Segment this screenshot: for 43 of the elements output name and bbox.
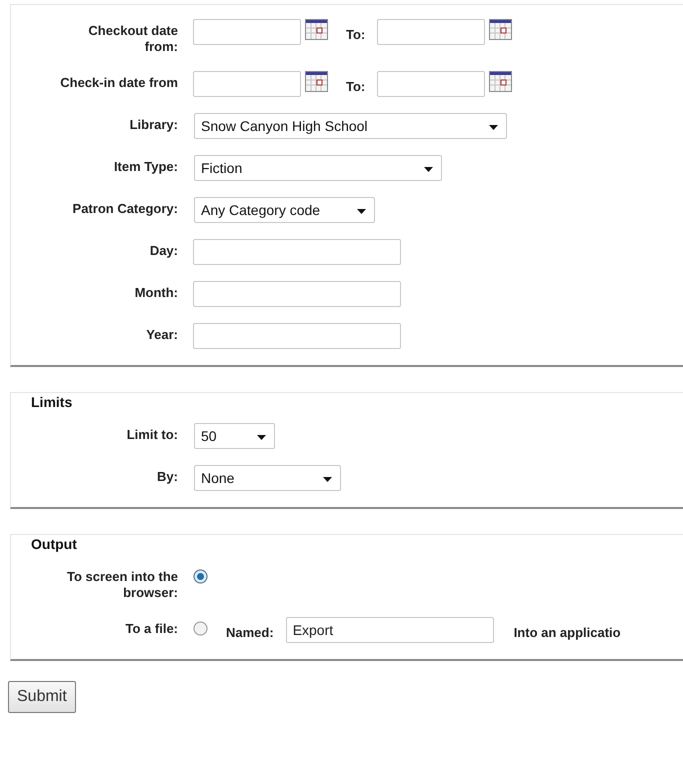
- field-label: By:: [157, 468, 178, 485]
- field-label: Checkout date from:: [87, 22, 178, 55]
- field-label: To:: [346, 27, 366, 42]
- caret-icon: [323, 477, 332, 482]
- calendar-icon[interactable]: [305, 19, 328, 40]
- field-label: To:: [346, 79, 366, 94]
- caret-icon: [424, 167, 433, 172]
- field-label: Limit to:: [126, 426, 178, 443]
- radio-button[interactable]: [193, 621, 208, 636]
- dropdown[interactable]: None: [194, 465, 341, 491]
- field-label: Library:: [130, 116, 178, 133]
- text-field[interactable]: [193, 281, 401, 307]
- field-label: Day:: [150, 242, 178, 259]
- text-field[interactable]: [377, 71, 486, 97]
- caret-icon: [357, 209, 366, 214]
- text-field[interactable]: [193, 19, 301, 45]
- text-field[interactable]: [193, 71, 301, 97]
- calendar-icon[interactable]: [489, 71, 512, 92]
- radio-button[interactable]: [193, 569, 208, 584]
- calendar-icon[interactable]: [305, 71, 328, 92]
- field-label: Patron Category:: [72, 200, 178, 217]
- caret-icon: [489, 125, 498, 130]
- field-label: Check-in date from: [59, 74, 178, 91]
- field-label: Item Type:: [114, 158, 178, 175]
- dropdown[interactable]: Fiction: [194, 155, 442, 181]
- field-label: Named:: [226, 625, 274, 640]
- section-legend: Output: [31, 535, 683, 553]
- field-label: Into an applicatio: [514, 625, 621, 640]
- field-label: To a file:: [126, 620, 178, 637]
- field-label: To screen into the browser:: [66, 568, 178, 601]
- section-legend: Limits: [31, 393, 683, 411]
- caret-icon: [257, 435, 266, 440]
- field-label: Year:: [146, 326, 178, 343]
- text-field[interactable]: [377, 19, 486, 45]
- dropdown[interactable]: Snow Canyon High School: [194, 113, 507, 139]
- field-label: Month:: [134, 284, 178, 301]
- submit-button[interactable]: Submit: [8, 681, 76, 713]
- text-field[interactable]: Export: [286, 617, 494, 643]
- calendar-icon[interactable]: [489, 19, 512, 40]
- text-field[interactable]: [193, 239, 401, 265]
- dropdown[interactable]: 50: [194, 423, 275, 449]
- text-field[interactable]: [193, 323, 401, 349]
- dropdown[interactable]: Any Category code: [194, 197, 375, 223]
